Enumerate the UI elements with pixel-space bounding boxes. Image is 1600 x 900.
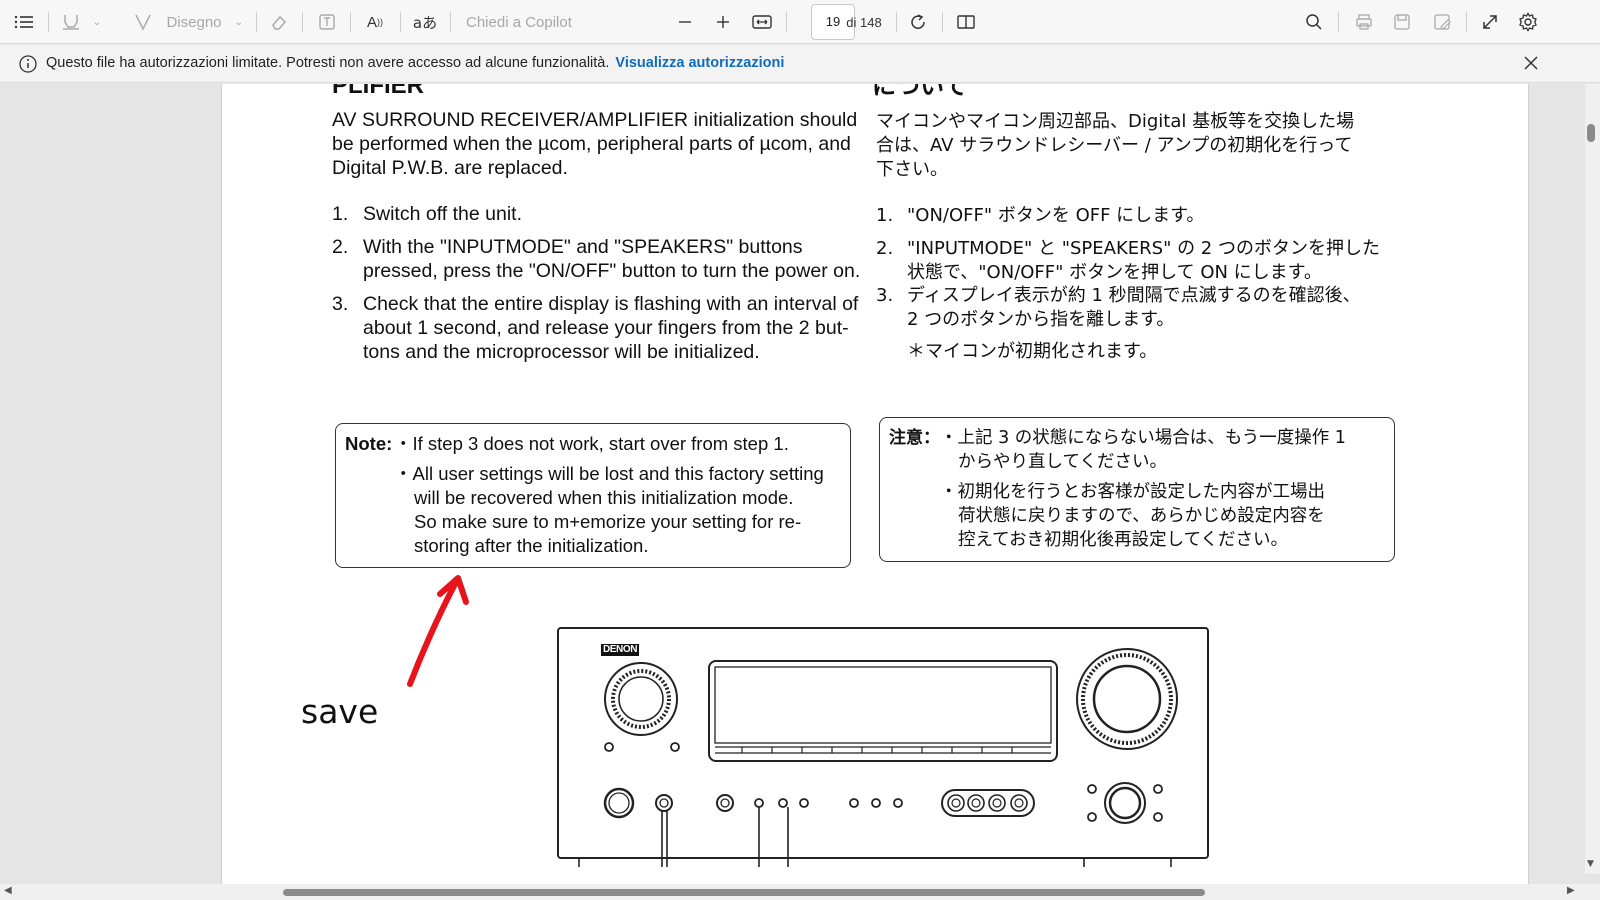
japanese-intro-line: マイコンやマイコン周辺部品、Digital 基板等を交換した場 [876, 111, 1355, 132]
settings-icon[interactable] [1516, 0, 1540, 44]
highlighter-chevron-down-icon[interactable]: ⌄ [90, 0, 104, 44]
horizontal-scrollbar-thumb[interactable] [283, 889, 1205, 896]
note-line: So make sure to m+emorize your setting f… [414, 511, 802, 532]
step-text: tons and the microprocessor will be init… [363, 341, 760, 363]
zoom-out-icon[interactable] [674, 0, 696, 44]
scroll-left-arrow-icon[interactable]: ◀ [4, 885, 12, 896]
print-icon[interactable] [1352, 0, 1376, 44]
document-viewer[interactable]: PLIFIER について AV SURROUND RECEIVER/AMPLIF… [0, 84, 1600, 900]
note-line: ・上記 3 の状態にならない場合は、もう一度操作 1 [940, 428, 1346, 448]
step-text: With the "INPUTMODE" and "SPEAKERS" butt… [363, 236, 803, 258]
step-text: "ON/OFF" ボタンを OFF にします。 [907, 205, 1205, 226]
japanese-intro-line: 下さい。 [876, 159, 948, 180]
permissions-message-text: Questo file ha autorizzazioni limitate. … [46, 55, 610, 71]
vertical-scrollbar[interactable]: ▼ [1585, 84, 1600, 874]
note-line: ・All user settings will be lost and this… [394, 463, 824, 484]
read-aloud-icon[interactable]: A)) [362, 0, 388, 44]
receiver-front-panel-drawing: DENON [557, 627, 1209, 867]
step-number: 2. [876, 238, 894, 259]
japanese-intro: マイコンやマイコン周辺部品、Digital 基板等を交換した場 合は、AV サラ… [876, 110, 1354, 182]
note-line: 荷状態に戻りますので、あらかじめ設定内容を [958, 506, 1325, 526]
vertical-scrollbar-thumb[interactable] [1587, 124, 1595, 142]
note-line: からやり直してください。 [958, 452, 1167, 472]
english-intro: AV SURROUND RECEIVER/AMPLIFIER initializ… [332, 108, 857, 180]
scroll-right-arrow-icon[interactable]: ▶ [1567, 885, 1575, 896]
english-step-3: 3. Check that the entire display is flas… [332, 292, 858, 364]
draw-icon[interactable] [132, 0, 154, 44]
draw-label[interactable]: Disegno [164, 0, 224, 44]
note-label: Note: [345, 433, 393, 454]
japanese-step-2: 2. "INPUTMODE" と "SPEAKERS" の 2 つのボタンを押し… [876, 237, 1380, 285]
translate-icon[interactable]: aあ [412, 0, 438, 44]
zoom-in-icon[interactable] [712, 0, 734, 44]
english-intro-line: Digital P.W.B. are replaced. [332, 157, 568, 179]
scroll-down-arrow-icon[interactable]: ▼ [1587, 859, 1594, 869]
horizontal-scrollbar[interactable]: ◀ ▶ [0, 884, 1600, 900]
info-icon [18, 54, 38, 78]
permissions-message: Questo file ha autorizzazioni limitate. … [46, 55, 784, 71]
pdf-page: PLIFIER について AV SURROUND RECEIVER/AMPLIF… [221, 84, 1529, 884]
note-line: storing after the initialization. [414, 535, 649, 556]
step-text: pressed, press the "ON/OFF" button to tu… [363, 260, 861, 282]
save-as-icon[interactable] [1430, 0, 1454, 44]
english-note-box: Note: ・If step 3 does not work, start ov… [335, 423, 851, 568]
english-intro-line: AV SURROUND RECEIVER/AMPLIFIER initializ… [332, 109, 858, 131]
fullscreen-icon[interactable] [1478, 0, 1502, 44]
step-number: 2. [332, 236, 349, 258]
step-number: 1. [332, 203, 349, 225]
eraser-icon[interactable] [268, 0, 290, 44]
step-number: 1. [876, 205, 894, 226]
step-number: 3. [876, 285, 894, 306]
note-line: ・If step 3 does not work, start over fro… [394, 433, 789, 454]
step-text: Switch off the unit. [363, 203, 522, 225]
note-line: ・初期化を行うとお客様が設定した内容が工場出 [940, 482, 1325, 502]
textbox-icon[interactable] [316, 0, 338, 44]
page-view-icon[interactable] [954, 0, 978, 44]
search-icon[interactable] [1302, 0, 1326, 44]
japanese-step-3: 3. ディスプレイ表示が約 1 秒間隔で点滅するのを確認後、 2 つのボタンから… [876, 284, 1361, 332]
japanese-step-1: 1. "ON/OFF" ボタンを OFF にします。 [876, 204, 1204, 228]
highlighter-icon[interactable] [60, 0, 82, 44]
note-line: 控えておき初期化後再設定してください。 [958, 530, 1289, 550]
step-text: ディスプレイ表示が約 1 秒間隔で点滅するのを確認後、 [907, 285, 1361, 306]
english-step-1: 1. Switch off the unit. [332, 202, 522, 226]
page-total: di 148 [846, 14, 882, 30]
toolbar: ⌄ Disegno ⌄ A)) aあ Chiedi a Copilot 19 d… [0, 0, 1600, 44]
japanese-note-box: 注意： ・上記 3 の状態にならない場合は、もう一度操作 1 からやり直してくだ… [879, 417, 1395, 562]
english-heading: PLIFIER [332, 84, 425, 99]
step-number: 3. [332, 293, 349, 315]
rotate-icon[interactable] [906, 0, 930, 44]
japanese-intro-line: 合は、AV サラウンドレシーバー / アンプの初期化を行って [876, 135, 1353, 156]
english-step-2: 2. With the "INPUTMODE" and "SPEAKERS" b… [332, 235, 860, 283]
step-text: 2 つのボタンから指を離します。 [907, 309, 1175, 330]
draw-chevron-down-icon[interactable]: ⌄ [232, 0, 246, 44]
note-label: 注意： [889, 428, 940, 448]
step-text: Check that the entire display is flashin… [363, 293, 859, 315]
fit-width-icon[interactable] [750, 0, 774, 44]
japanese-heading: について [872, 84, 968, 100]
permissions-info-bar: Questo file ha autorizzazioni limitate. … [0, 45, 1600, 83]
step-text: 状態で、"ON/OFF" ボタンを押して ON にします。 [907, 262, 1322, 283]
denon-logo: DENON [601, 644, 639, 656]
save-icon[interactable] [1390, 0, 1414, 44]
step-text: "INPUTMODE" と "SPEAKERS" の 2 つのボタンを押した [907, 238, 1380, 259]
note-line: will be recovered when this initializati… [414, 487, 794, 508]
japanese-step-note: ＊マイコンが初期化されます。 [907, 341, 1158, 362]
list-icon[interactable] [12, 0, 36, 44]
step-text: about 1 second, and release your fingers… [363, 317, 849, 339]
view-permissions-link[interactable]: Visualizza autorizzazioni [615, 55, 784, 71]
save-annotation-text: save [301, 692, 379, 731]
ask-copilot-button[interactable]: Chiedi a Copilot [466, 0, 586, 44]
english-intro-line: be performed when the µcom, peripheral p… [332, 133, 851, 155]
close-icon[interactable] [1522, 54, 1540, 76]
red-arrow-annotation [407, 575, 469, 687]
